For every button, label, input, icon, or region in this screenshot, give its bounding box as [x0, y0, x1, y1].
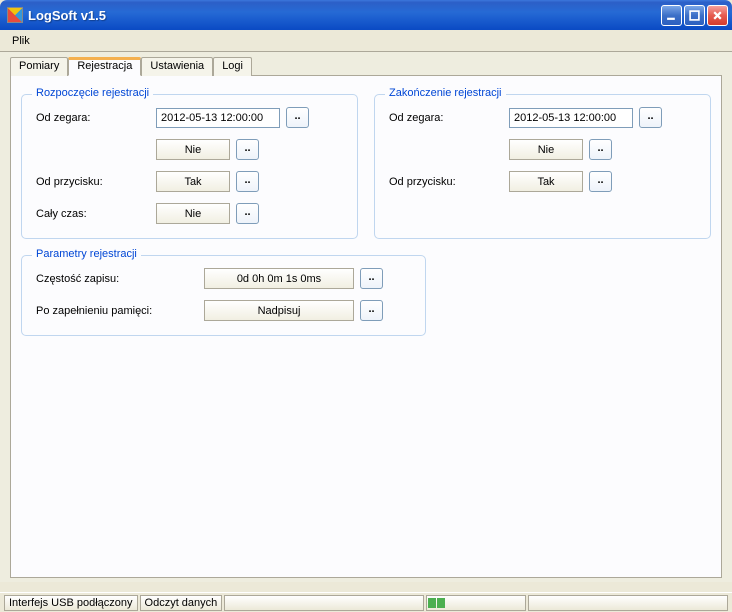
edit-start-zegar-button[interactable]	[236, 139, 259, 160]
edit-frequency-button[interactable]	[360, 268, 383, 289]
toggle-caly-czas[interactable]: Nie	[156, 203, 230, 224]
progress-block	[437, 598, 445, 608]
window-title: LogSoft v1.5	[28, 8, 661, 23]
edit-end-zegar-button[interactable]	[589, 139, 612, 160]
label-overflow: Po zapełnieniu pamięci:	[36, 305, 204, 317]
group-params: Parametry rejestracji Częstość zapisu: 0…	[21, 255, 426, 336]
tab-ustawienia[interactable]: Ustawienia	[141, 57, 213, 76]
tab-pomiary[interactable]: Pomiary	[10, 57, 68, 76]
toggle-end-przycisk[interactable]: Tak	[509, 171, 583, 192]
statusbar: Interfejs USB podłączony Odczyt danych	[0, 592, 732, 612]
edit-start-przycisk-button[interactable]	[236, 171, 259, 192]
value-overflow[interactable]: Nadpisuj	[204, 300, 354, 321]
edit-end-przycisk-button[interactable]	[589, 171, 612, 192]
minimize-button[interactable]	[661, 5, 682, 26]
group-start-legend: Rozpoczęcie rejestracji	[32, 87, 153, 99]
value-frequency[interactable]: 0d 0h 0m 1s 0ms	[204, 268, 354, 289]
edit-caly-czas-button[interactable]	[236, 203, 259, 224]
status-progress	[426, 595, 526, 611]
edit-end-time-button[interactable]	[639, 107, 662, 128]
group-end: Zakończenie rejestracji Od zegara: Nie O…	[374, 94, 711, 239]
window-buttons	[661, 5, 728, 26]
maximize-button[interactable]	[684, 5, 705, 26]
label-end-od-przycisku: Od przycisku:	[389, 176, 509, 188]
app-icon	[7, 7, 23, 23]
progress-block	[428, 598, 436, 608]
toggle-end-zegar[interactable]: Nie	[509, 139, 583, 160]
toggle-start-zegar[interactable]: Nie	[156, 139, 230, 160]
group-params-legend: Parametry rejestracji	[32, 248, 141, 260]
label-start-od-zegara: Od zegara:	[36, 112, 156, 124]
input-start-time[interactable]	[156, 108, 280, 128]
group-start: Rozpoczęcie rejestracji Od zegara: Nie O…	[21, 94, 358, 239]
menubar: Plik	[0, 30, 732, 52]
label-start-od-przycisku: Od przycisku:	[36, 176, 156, 188]
toggle-start-przycisk[interactable]: Tak	[156, 171, 230, 192]
label-caly-czas: Cały czas:	[36, 208, 156, 220]
tab-rejestracja[interactable]: Rejestracja	[68, 57, 141, 76]
status-empty-1	[224, 595, 424, 611]
content-area: Pomiary Rejestracja Ustawienia Logi Rozp…	[0, 52, 732, 582]
group-end-legend: Zakończenie rejestracji	[385, 87, 506, 99]
status-empty-2	[528, 595, 728, 611]
input-end-time[interactable]	[509, 108, 633, 128]
status-usb: Interfejs USB podłączony	[4, 595, 138, 611]
menu-plik[interactable]: Plik	[6, 33, 36, 49]
tab-logi[interactable]: Logi	[213, 57, 252, 76]
edit-overflow-button[interactable]	[360, 300, 383, 321]
tab-row: Pomiary Rejestracja Ustawienia Logi	[10, 56, 722, 76]
close-button[interactable]	[707, 5, 728, 26]
label-end-od-zegara: Od zegara:	[389, 112, 509, 124]
label-czestosc: Częstość zapisu:	[36, 273, 204, 285]
titlebar: LogSoft v1.5	[0, 0, 732, 30]
status-action: Odczyt danych	[140, 595, 223, 611]
tab-panel: Rozpoczęcie rejestracji Od zegara: Nie O…	[10, 76, 722, 578]
edit-start-time-button[interactable]	[286, 107, 309, 128]
